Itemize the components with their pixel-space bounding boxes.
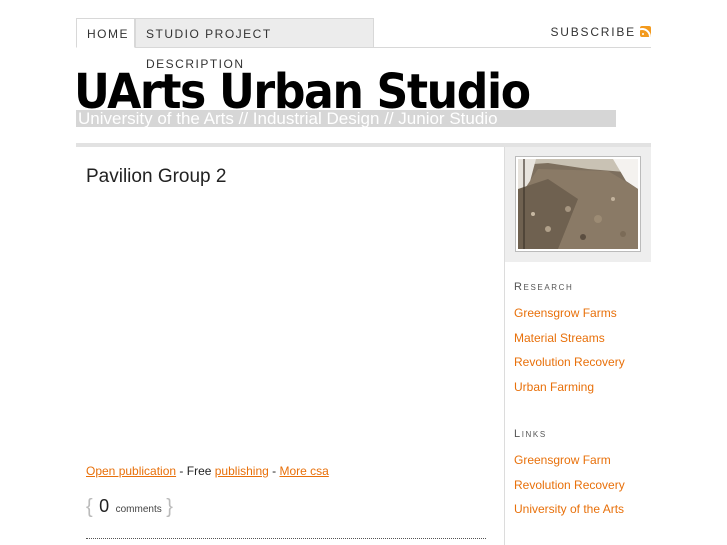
subscribe-label: SUBSCRIBE — [550, 25, 636, 39]
link-greensgrow-farm[interactable]: Greensgrow Farm — [514, 453, 611, 467]
list-item: Material Streams — [514, 330, 625, 355]
post-title[interactable]: Pavilion Group 2 — [86, 166, 226, 188]
site-tagline: University of the Arts // Industrial Des… — [76, 110, 616, 127]
research-list: Greensgrow Farms Material Streams Revolu… — [514, 305, 625, 403]
free-text: - Free — [176, 464, 215, 478]
page-wrapper: HOME STUDIO PROJECT DESCRIPTION SUBSCRIB… — [74, 0, 651, 545]
list-item: Urban Farming — [514, 379, 625, 404]
link-revolution-recovery[interactable]: Revolution Recovery — [514, 355, 625, 369]
link-university-of-the-arts[interactable]: University of the Arts — [514, 502, 624, 516]
photo-image — [518, 159, 638, 249]
list-item: Revolution Recovery — [514, 477, 625, 502]
more-csa-link[interactable]: More csa — [279, 464, 328, 478]
subscribe-link[interactable]: SUBSCRIBE — [550, 18, 651, 48]
link-revolution-recovery-2[interactable]: Revolution Recovery — [514, 478, 625, 492]
open-publication-link[interactable]: Open publication — [86, 464, 176, 478]
link-urban-farming[interactable]: Urban Farming — [514, 380, 594, 394]
link-material-streams[interactable]: Material Streams — [514, 331, 605, 345]
sidebar-heading-links: Links — [514, 428, 547, 440]
list-item: Greensgrow Farm — [514, 452, 625, 477]
tab-home[interactable]: HOME — [76, 18, 135, 48]
sidebar-photo-panel — [505, 147, 651, 262]
comment-count: 0 — [99, 496, 110, 516]
publishing-link[interactable]: publishing — [215, 464, 269, 478]
link-greensgrow-farms[interactable]: Greensgrow Farms — [514, 306, 617, 320]
left-brace: { — [86, 496, 93, 518]
right-brace: } — [166, 496, 173, 518]
comments-link[interactable]: { 0 comments } — [86, 496, 173, 519]
tab-studio-project-description[interactable]: STUDIO PROJECT DESCRIPTION — [135, 18, 374, 71]
separator-text: - — [268, 464, 280, 478]
gravel-ground-photo[interactable] — [515, 156, 641, 252]
list-item: Greensgrow Farms — [514, 305, 625, 330]
list-item: University of the Arts — [514, 501, 625, 526]
publication-links: Open publication - Free publishing - Mor… — [86, 464, 329, 478]
sidebar-heading-research: Research — [514, 281, 574, 293]
rss-feed-icon — [640, 26, 651, 37]
top-navigation: HOME STUDIO PROJECT DESCRIPTION SUBSCRIB… — [76, 18, 651, 71]
post-divider — [86, 538, 486, 539]
comment-label: comments — [115, 504, 162, 515]
list-item: Revolution Recovery — [514, 354, 625, 379]
links-list: Greensgrow Farm Revolution Recovery Univ… — [514, 452, 625, 526]
